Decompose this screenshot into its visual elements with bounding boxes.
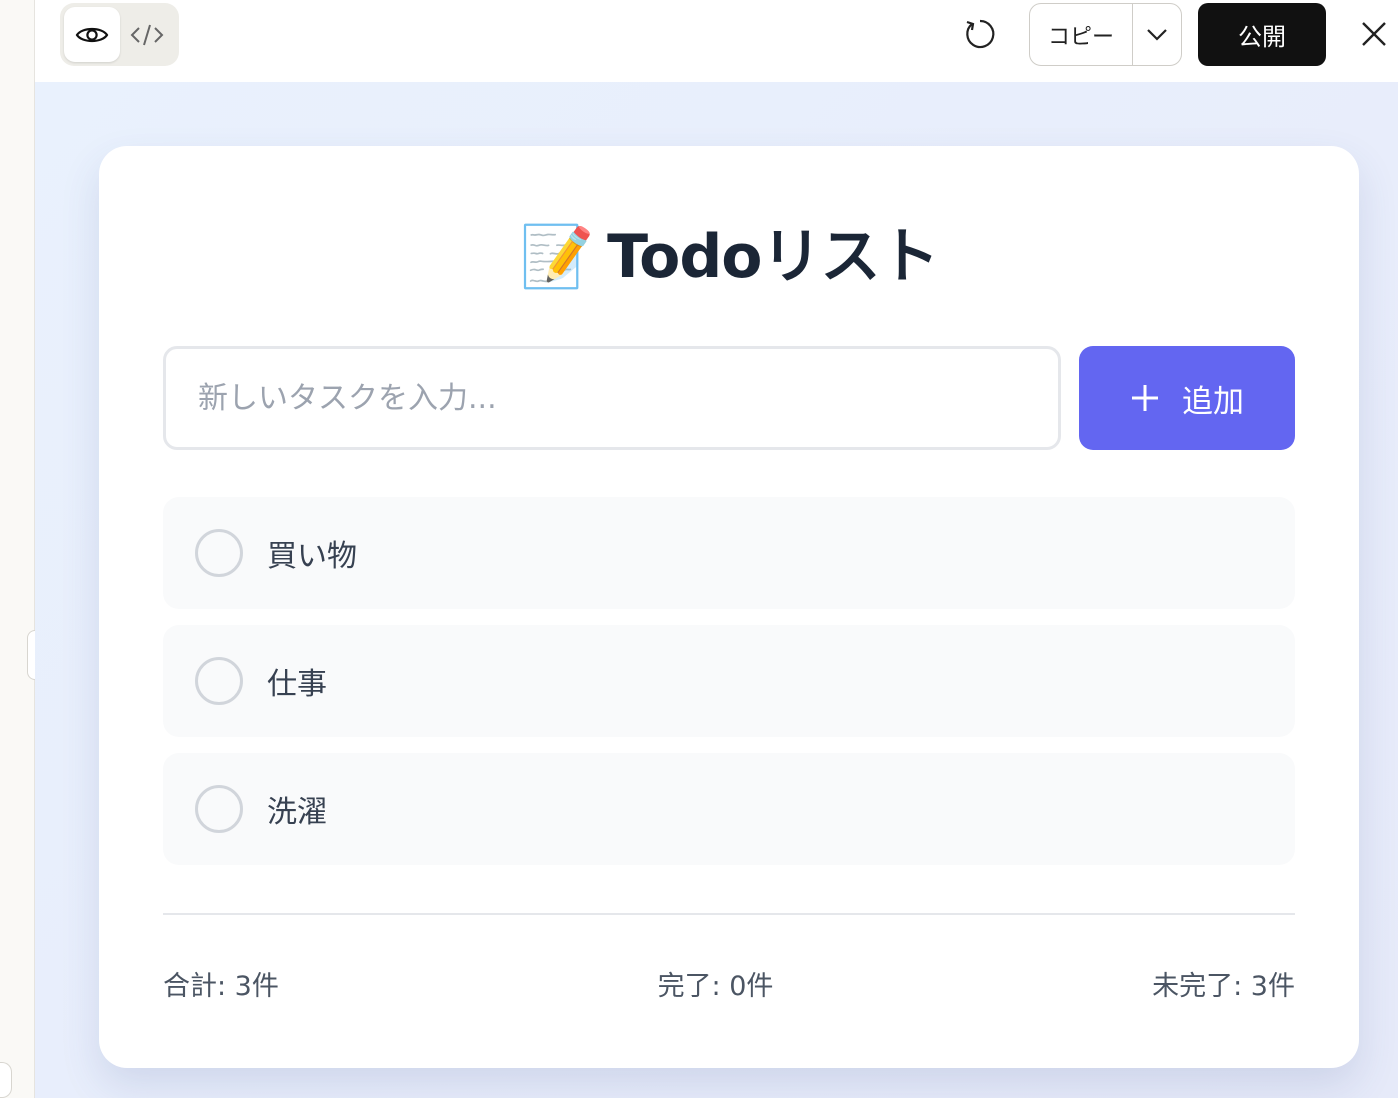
add-button-label: 追加	[1182, 383, 1244, 419]
todo-item: 仕事	[163, 625, 1295, 737]
todo-item: 買い物	[163, 497, 1295, 609]
left-panel-strip	[0, 0, 35, 1098]
stats-bar: 合計: 3件 完了: 0件 未完了: 3件	[163, 964, 1295, 1003]
code-icon	[130, 24, 164, 45]
refresh-icon	[966, 19, 995, 49]
memo-icon: 📝	[519, 222, 594, 292]
todo-text: 買い物	[267, 539, 357, 574]
eye-icon	[75, 27, 109, 42]
copy-dropdown-button[interactable]	[1133, 4, 1181, 65]
refresh-button[interactable]	[960, 14, 1000, 54]
close-button[interactable]	[1357, 14, 1391, 54]
todo-list: 買い物 仕事 洗濯	[163, 497, 1295, 881]
todo-text: 洗濯	[267, 795, 327, 830]
preview-area: 📝Todoリスト 追加 買い物 仕事 洗濯	[35, 82, 1398, 1098]
todo-checkbox[interactable]	[195, 529, 243, 577]
panel-tab[interactable]	[0, 1062, 12, 1098]
todo-checkbox[interactable]	[195, 785, 243, 833]
publish-button[interactable]: 公開	[1198, 3, 1326, 66]
page-title: 📝 Todoリスト	[99, 208, 1359, 295]
title-text: Todoリスト	[607, 222, 939, 292]
divider	[163, 913, 1295, 915]
todo-item: 洗濯	[163, 753, 1295, 865]
preview-mode-button[interactable]	[64, 7, 120, 62]
copy-button[interactable]: コピー	[1030, 4, 1133, 65]
copy-split-button: コピー	[1029, 3, 1182, 66]
code-mode-button[interactable]	[120, 7, 176, 62]
view-mode-toggle	[60, 3, 179, 66]
todo-checkbox[interactable]	[195, 657, 243, 705]
stat-total: 合計: 3件	[163, 971, 279, 1002]
todo-card: 📝Todoリスト 追加 買い物 仕事 洗濯	[99, 146, 1359, 1068]
stat-pending: 未完了: 3件	[1152, 971, 1295, 1002]
todo-text: 仕事	[267, 667, 327, 702]
add-button[interactable]: 追加	[1079, 346, 1295, 450]
close-icon	[1362, 22, 1386, 46]
chevron-down-icon	[1147, 28, 1167, 41]
plus-icon	[1132, 385, 1158, 411]
stat-done: 完了: 0件	[657, 971, 774, 1002]
task-input[interactable]	[163, 346, 1061, 450]
preview-toolbar: コピー 公開	[35, 0, 1398, 82]
